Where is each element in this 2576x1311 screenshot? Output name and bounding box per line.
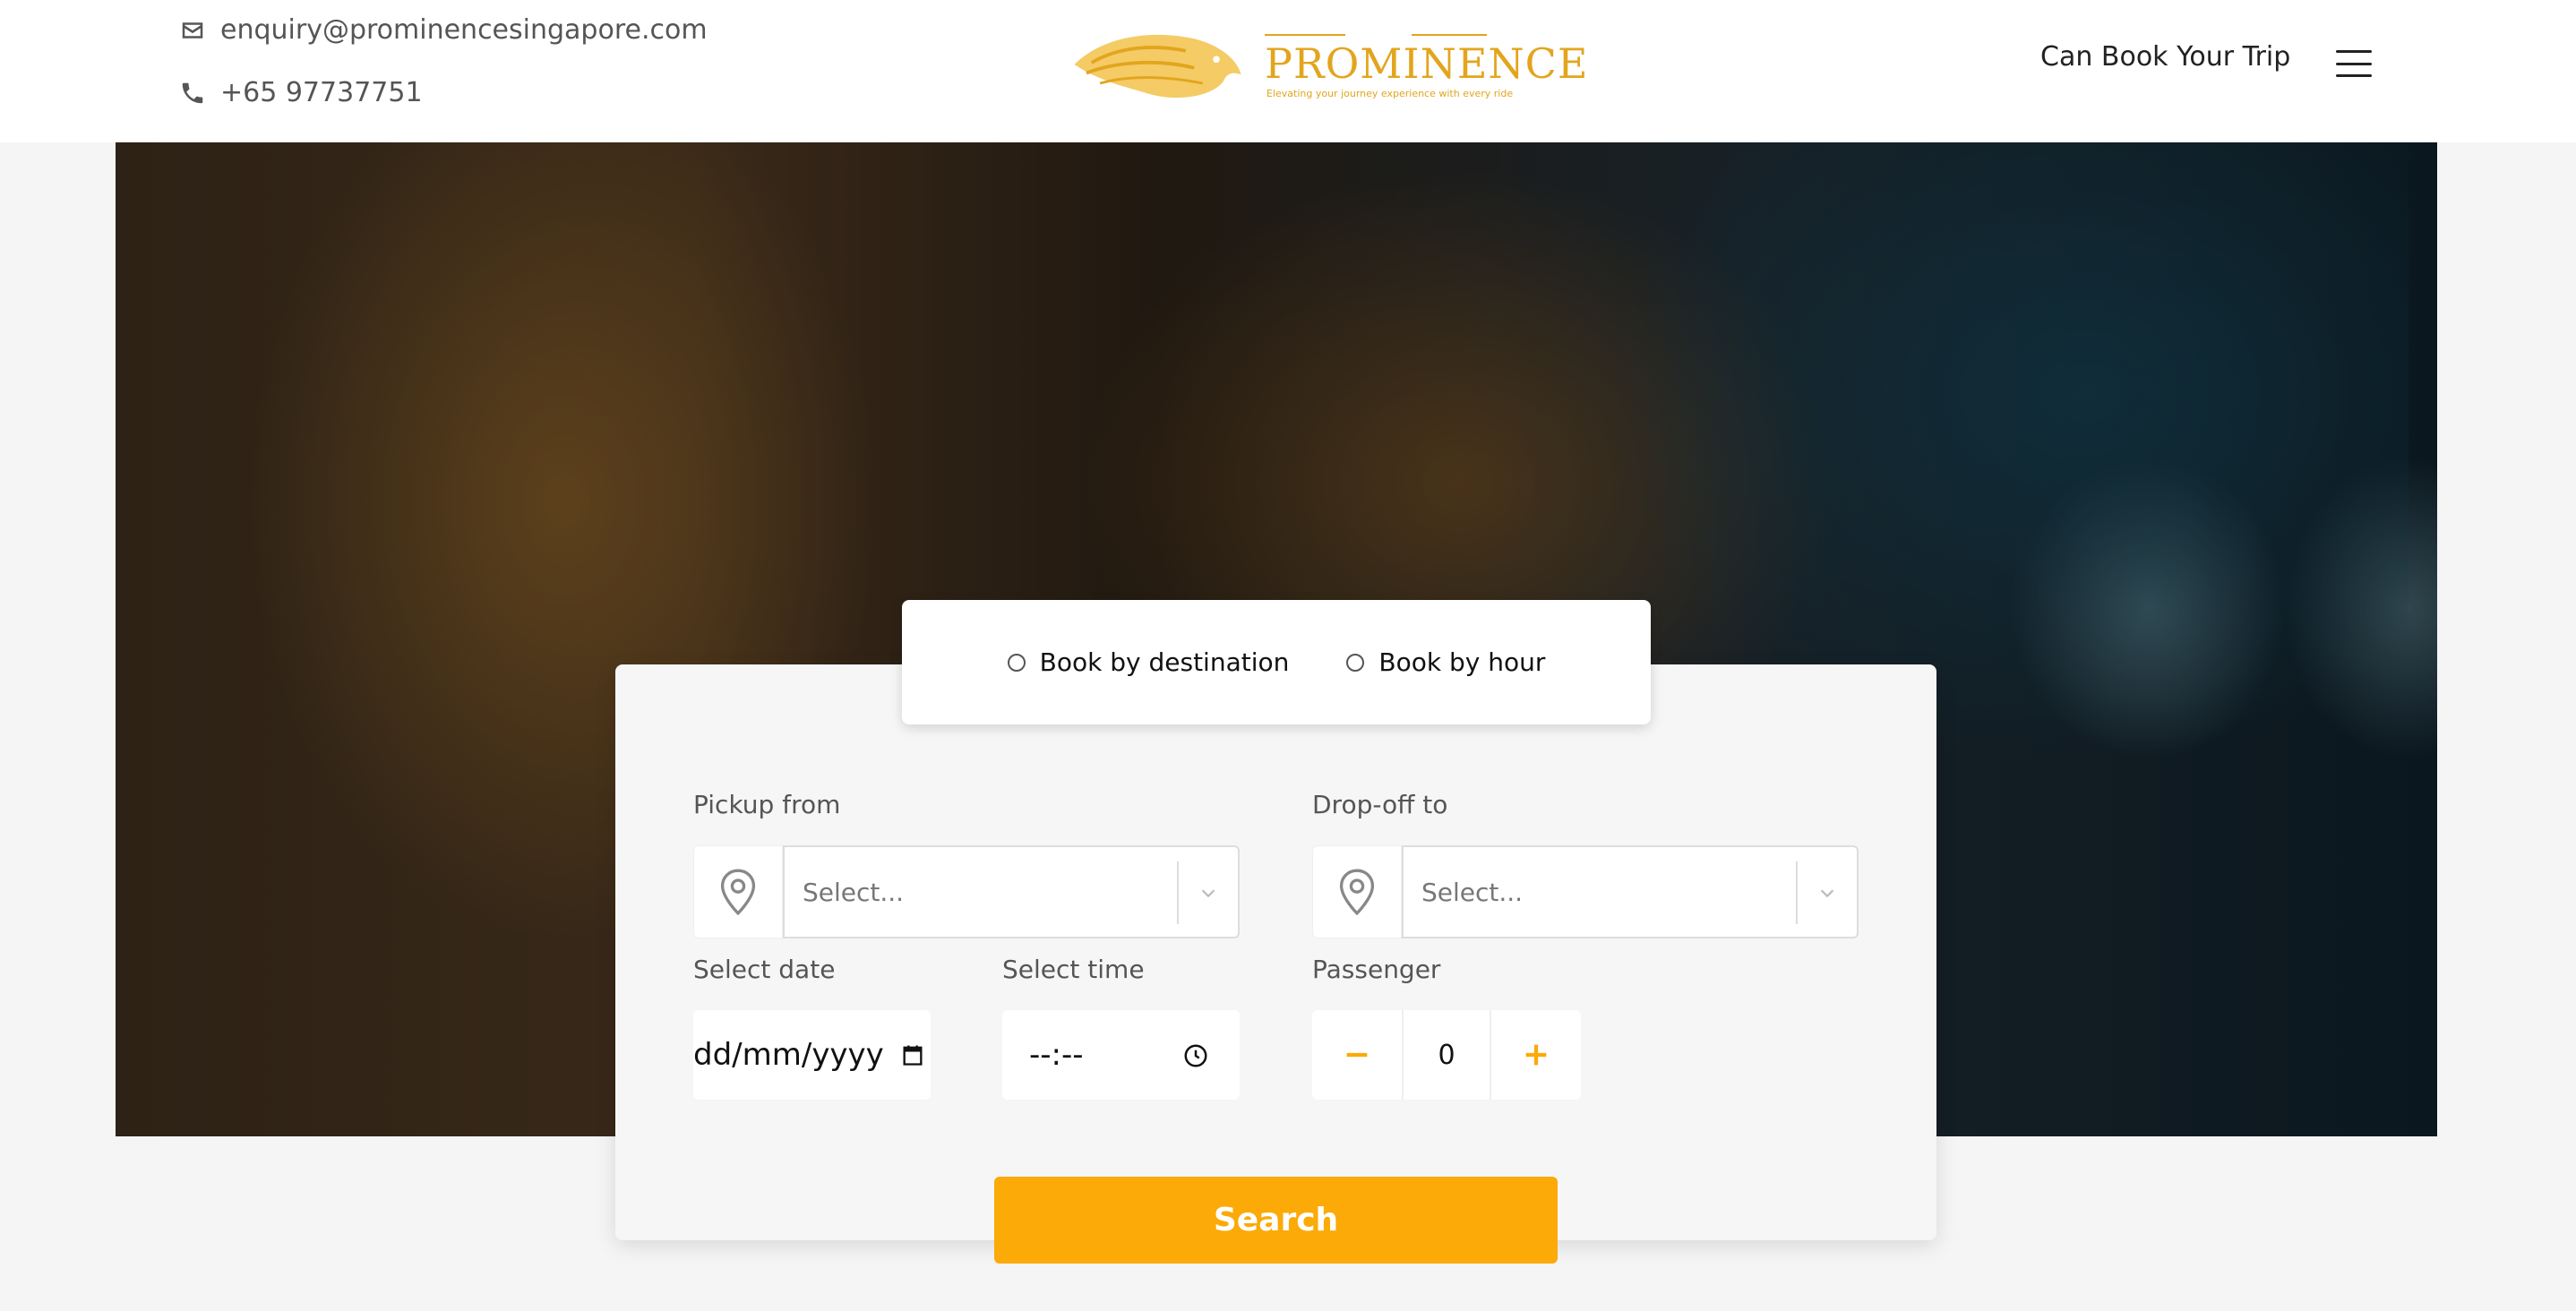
logo-brand-text: PROMINENCE <box>1265 39 1589 88</box>
dropoff-select-field[interactable]: Select... <box>1402 845 1859 938</box>
mail-icon <box>182 21 203 39</box>
time-label: Select time <box>1002 955 1145 984</box>
date-placeholder: dd/mm/yyyy <box>693 1037 884 1073</box>
booking-mode-selector: Book by destination Book by hour <box>902 600 1651 724</box>
passenger-stepper: 0 <box>1312 1010 1581 1100</box>
search-button[interactable]: Search <box>994 1177 1558 1264</box>
pickup-select[interactable]: Select... <box>693 845 1240 938</box>
dropoff-select[interactable]: Select... <box>1312 845 1859 938</box>
logo-tagline: Elevating your journey experience with e… <box>1267 88 1514 99</box>
date-input[interactable]: dd/mm/yyyy <box>693 1010 931 1100</box>
lion-logo-icon <box>1074 34 1241 99</box>
time-placeholder: --:-- <box>1029 1037 1084 1073</box>
date-label: Select date <box>693 955 836 984</box>
contact-email[interactable]: enquiry@prominencesingapore.com <box>179 14 708 46</box>
pickup-label: Pickup from <box>693 790 841 819</box>
radio-label: Book by hour <box>1378 647 1546 677</box>
dropoff-label: Drop-off to <box>1312 790 1448 819</box>
location-pin-icon <box>1339 869 1375 915</box>
chevron-down-icon[interactable] <box>1817 883 1837 903</box>
calendar-icon[interactable] <box>900 1042 925 1067</box>
radio-book-by-hour[interactable]: Book by hour <box>1346 647 1545 677</box>
passenger-label: Passenger <box>1312 955 1441 984</box>
location-pin-icon <box>720 869 756 915</box>
time-input[interactable]: --:-- <box>1002 1010 1240 1100</box>
logo-rule-right <box>1412 34 1487 36</box>
radio-label: Book by destination <box>1039 647 1290 677</box>
dropoff-placeholder: Select... <box>1421 877 1524 907</box>
phone-text: +65 97737751 <box>220 77 423 108</box>
plus-icon <box>1525 1044 1547 1066</box>
phone-icon <box>182 82 203 103</box>
book-trip-link[interactable]: Can Book Your Trip <box>2040 41 2290 73</box>
pickup-select-field[interactable]: Select... <box>783 845 1240 938</box>
email-text: enquiry@prominencesingapore.com <box>220 14 708 46</box>
contact-phone[interactable]: +65 97737751 <box>179 77 423 108</box>
radio-circle[interactable] <box>1346 653 1365 672</box>
radio-book-by-destination[interactable]: Book by destination <box>1007 647 1290 677</box>
increment-button[interactable] <box>1491 1010 1581 1100</box>
pickup-placeholder: Select... <box>803 877 905 907</box>
minus-icon <box>1346 1052 1368 1058</box>
decrement-button[interactable] <box>1312 1010 1402 1100</box>
passenger-count[interactable]: 0 <box>1402 1010 1491 1100</box>
radio-circle[interactable] <box>1007 653 1026 672</box>
prominence-logo[interactable]: PROMINENCE Elevating your journey experi… <box>1066 20 1587 109</box>
logo-rule-left <box>1265 34 1345 36</box>
clock-icon[interactable] <box>1182 1042 1209 1069</box>
booking-card <box>615 664 1936 1240</box>
hamburger-menu-icon[interactable] <box>2336 50 2372 77</box>
site-header: enquiry@prominencesingapore.com +65 9773… <box>0 0 2576 142</box>
chevron-down-icon[interactable] <box>1198 883 1218 903</box>
